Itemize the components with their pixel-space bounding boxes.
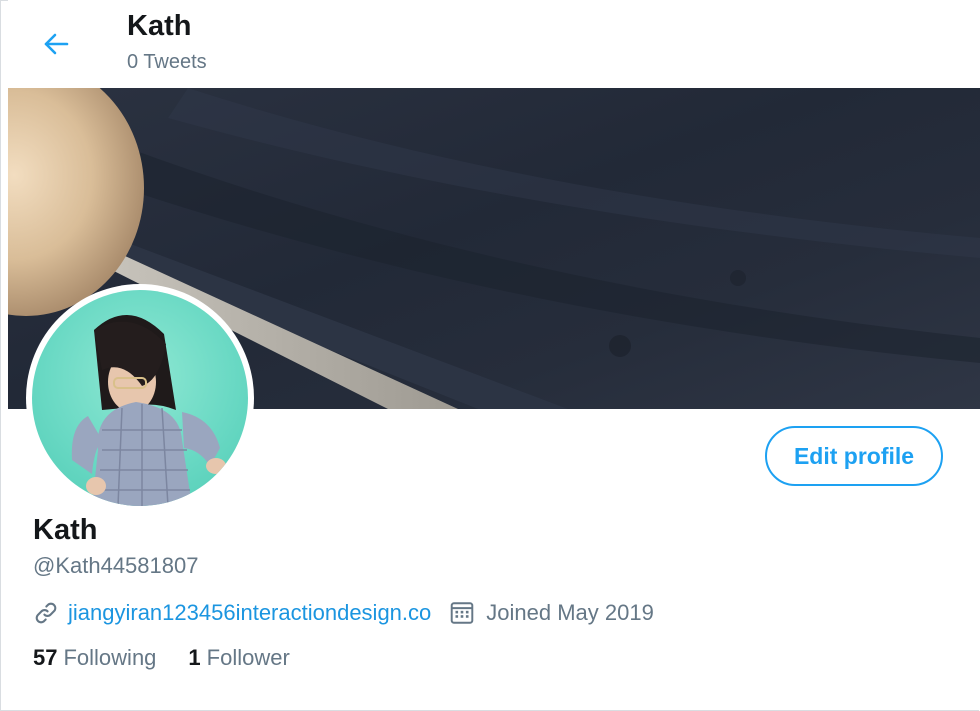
arrow-left-icon	[44, 33, 69, 55]
follow-stats: 57 Following 1 Follower	[33, 645, 290, 671]
back-button[interactable]	[36, 26, 76, 62]
header-title: Kath	[127, 10, 192, 42]
followers-link[interactable]: 1 Follower	[188, 645, 289, 671]
following-count: 57	[33, 645, 58, 670]
calendar-icon	[450, 602, 474, 624]
avatar[interactable]	[26, 284, 254, 512]
followers-count: 1	[188, 645, 201, 670]
edit-profile-button[interactable]: Edit profile	[765, 426, 943, 486]
following-link[interactable]: 57 Following	[33, 645, 156, 671]
following-label: Following	[63, 645, 157, 670]
profile-header: Kath 0 Tweets	[8, 0, 980, 88]
link-icon	[35, 602, 57, 624]
avatar-photo	[32, 290, 248, 506]
followers-label: Follower	[206, 645, 290, 670]
profile-name: Kath	[33, 514, 98, 546]
joined-item: Joined May 2019	[449, 600, 654, 626]
tweet-count: 0 Tweets	[127, 51, 207, 73]
profile-meta: jiangyiran123456interactiondesign.co Joi…	[33, 597, 654, 629]
profile-handle: @Kath44581807	[33, 553, 199, 578]
website-item: jiangyiran123456interactiondesign.co	[33, 600, 431, 626]
website-link[interactable]: jiangyiran123456interactiondesign.co	[68, 600, 431, 626]
joined-date: Joined May 2019	[486, 600, 654, 625]
